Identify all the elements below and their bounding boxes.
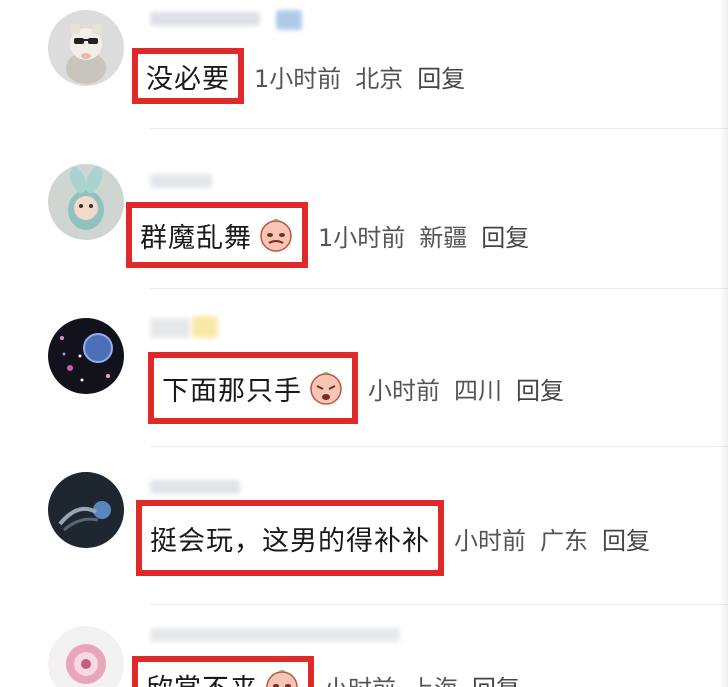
divider xyxy=(150,288,728,289)
comment-text: 欣赏不来 xyxy=(146,667,258,687)
comment-meta: 1小时前 新疆 回复 xyxy=(318,218,543,253)
username-blurred xyxy=(150,480,240,494)
highlight-box: 没必要 xyxy=(132,48,244,104)
comment-row: 下面那只手 小时前 四川 回复 xyxy=(148,352,578,424)
sticker-face-icon xyxy=(264,668,300,687)
comment-location: 上海 xyxy=(410,669,458,687)
comment-text: 没必要 xyxy=(146,63,230,95)
comment-meta: 小时前 广东 回复 xyxy=(454,521,664,556)
reply-button[interactable]: 回复 xyxy=(417,59,465,94)
edge-shadow xyxy=(718,0,728,687)
reply-button[interactable]: 回复 xyxy=(472,669,520,687)
avatar[interactable] xyxy=(48,10,124,86)
comment-row: 没必要 1小时前 北京 回复 xyxy=(132,48,479,104)
divider xyxy=(150,446,728,447)
comment-time: 1小时前 xyxy=(318,223,406,252)
comment-location: 四川 xyxy=(454,376,502,405)
highlight-box: 欣赏不来 xyxy=(132,656,314,687)
comment-meta: 1小时前 北京 回复 xyxy=(254,59,479,94)
comment-text: 群魔乱舞 xyxy=(140,222,252,254)
comment-text: 下面那只手 xyxy=(162,375,302,407)
reply-button[interactable]: 回复 xyxy=(602,521,650,556)
reply-button[interactable]: 回复 xyxy=(481,218,529,253)
sticker-face-icon xyxy=(258,217,294,253)
divider xyxy=(150,128,728,129)
username-blurred xyxy=(150,174,212,188)
username-blurred xyxy=(150,12,260,26)
avatar[interactable] xyxy=(48,318,124,394)
comment-time: 小时前 xyxy=(368,376,440,405)
sticker-face-icon xyxy=(308,370,344,406)
user-badge xyxy=(276,10,302,30)
highlight-box: 下面那只手 xyxy=(148,352,358,424)
avatar[interactable] xyxy=(48,472,124,548)
highlight-box: 挺会玩，这男的得补补 xyxy=(136,500,444,576)
comment-text: 挺会玩，这男的得补补 xyxy=(150,525,430,557)
divider xyxy=(150,604,728,605)
comment-row: 群魔乱舞 1小时前 新疆 回复 xyxy=(126,202,543,268)
username-blurred xyxy=(150,318,190,338)
username-blurred xyxy=(150,628,400,642)
comment-location: 北京 xyxy=(355,64,404,93)
comment-location: 新疆 xyxy=(419,223,468,252)
comment-row: 欣赏不来 小时前 上海 回复 xyxy=(132,656,534,687)
comment-meta: 小时前 上海 回复 xyxy=(324,669,534,687)
comment-time: 小时前 xyxy=(324,669,396,687)
reply-button[interactable]: 回复 xyxy=(516,371,564,406)
comment-row: 挺会玩，这男的得补补 小时前 广东 回复 xyxy=(136,500,664,576)
avatar[interactable] xyxy=(48,626,124,687)
comment-list-screen: 没必要 1小时前 北京 回复 群魔乱舞 1小时前 新疆 回复 下面那只手 小时前… xyxy=(0,0,728,687)
comment-meta: 小时前 四川 回复 xyxy=(368,371,578,406)
user-badge xyxy=(192,316,218,338)
highlight-box: 群魔乱舞 xyxy=(126,202,308,268)
comment-location: 广东 xyxy=(540,526,588,555)
comment-time: 1小时前 xyxy=(254,64,342,93)
comment-time: 小时前 xyxy=(454,526,526,555)
avatar[interactable] xyxy=(48,164,124,240)
